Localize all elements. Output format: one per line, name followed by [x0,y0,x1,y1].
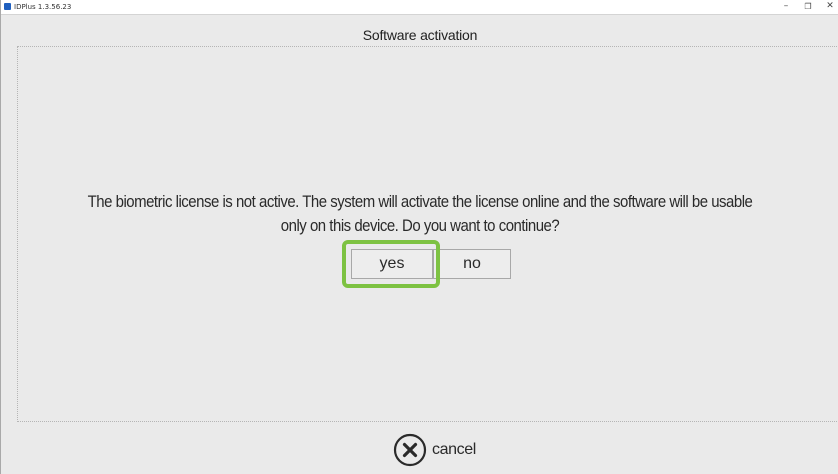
page-title: Software activation [362,27,478,43]
no-button[interactable]: no [433,249,511,279]
message-line-1: The biometric license is not active. The… [87,192,753,211]
app-window: IDPlus 1.3.56.23 – ❐ ✕ Software activati… [0,0,838,474]
message-line-2: only on this device. Do you want to cont… [280,216,560,235]
minimize-button[interactable]: – [775,0,797,14]
title-bar[interactable]: IDPlus 1.3.56.23 – ❐ ✕ [1,0,838,15]
yes-button[interactable]: yes [351,249,433,279]
activation-message: The biometric license is not active. The… [51,190,788,238]
app-icon [4,3,11,10]
close-button[interactable]: ✕ [819,0,838,14]
app-title: IDPlus 1.3.56.23 [14,3,72,11]
maximize-button[interactable]: ❐ [797,0,819,14]
close-circle-icon [393,433,427,467]
cancel-label: cancel [432,441,476,458]
